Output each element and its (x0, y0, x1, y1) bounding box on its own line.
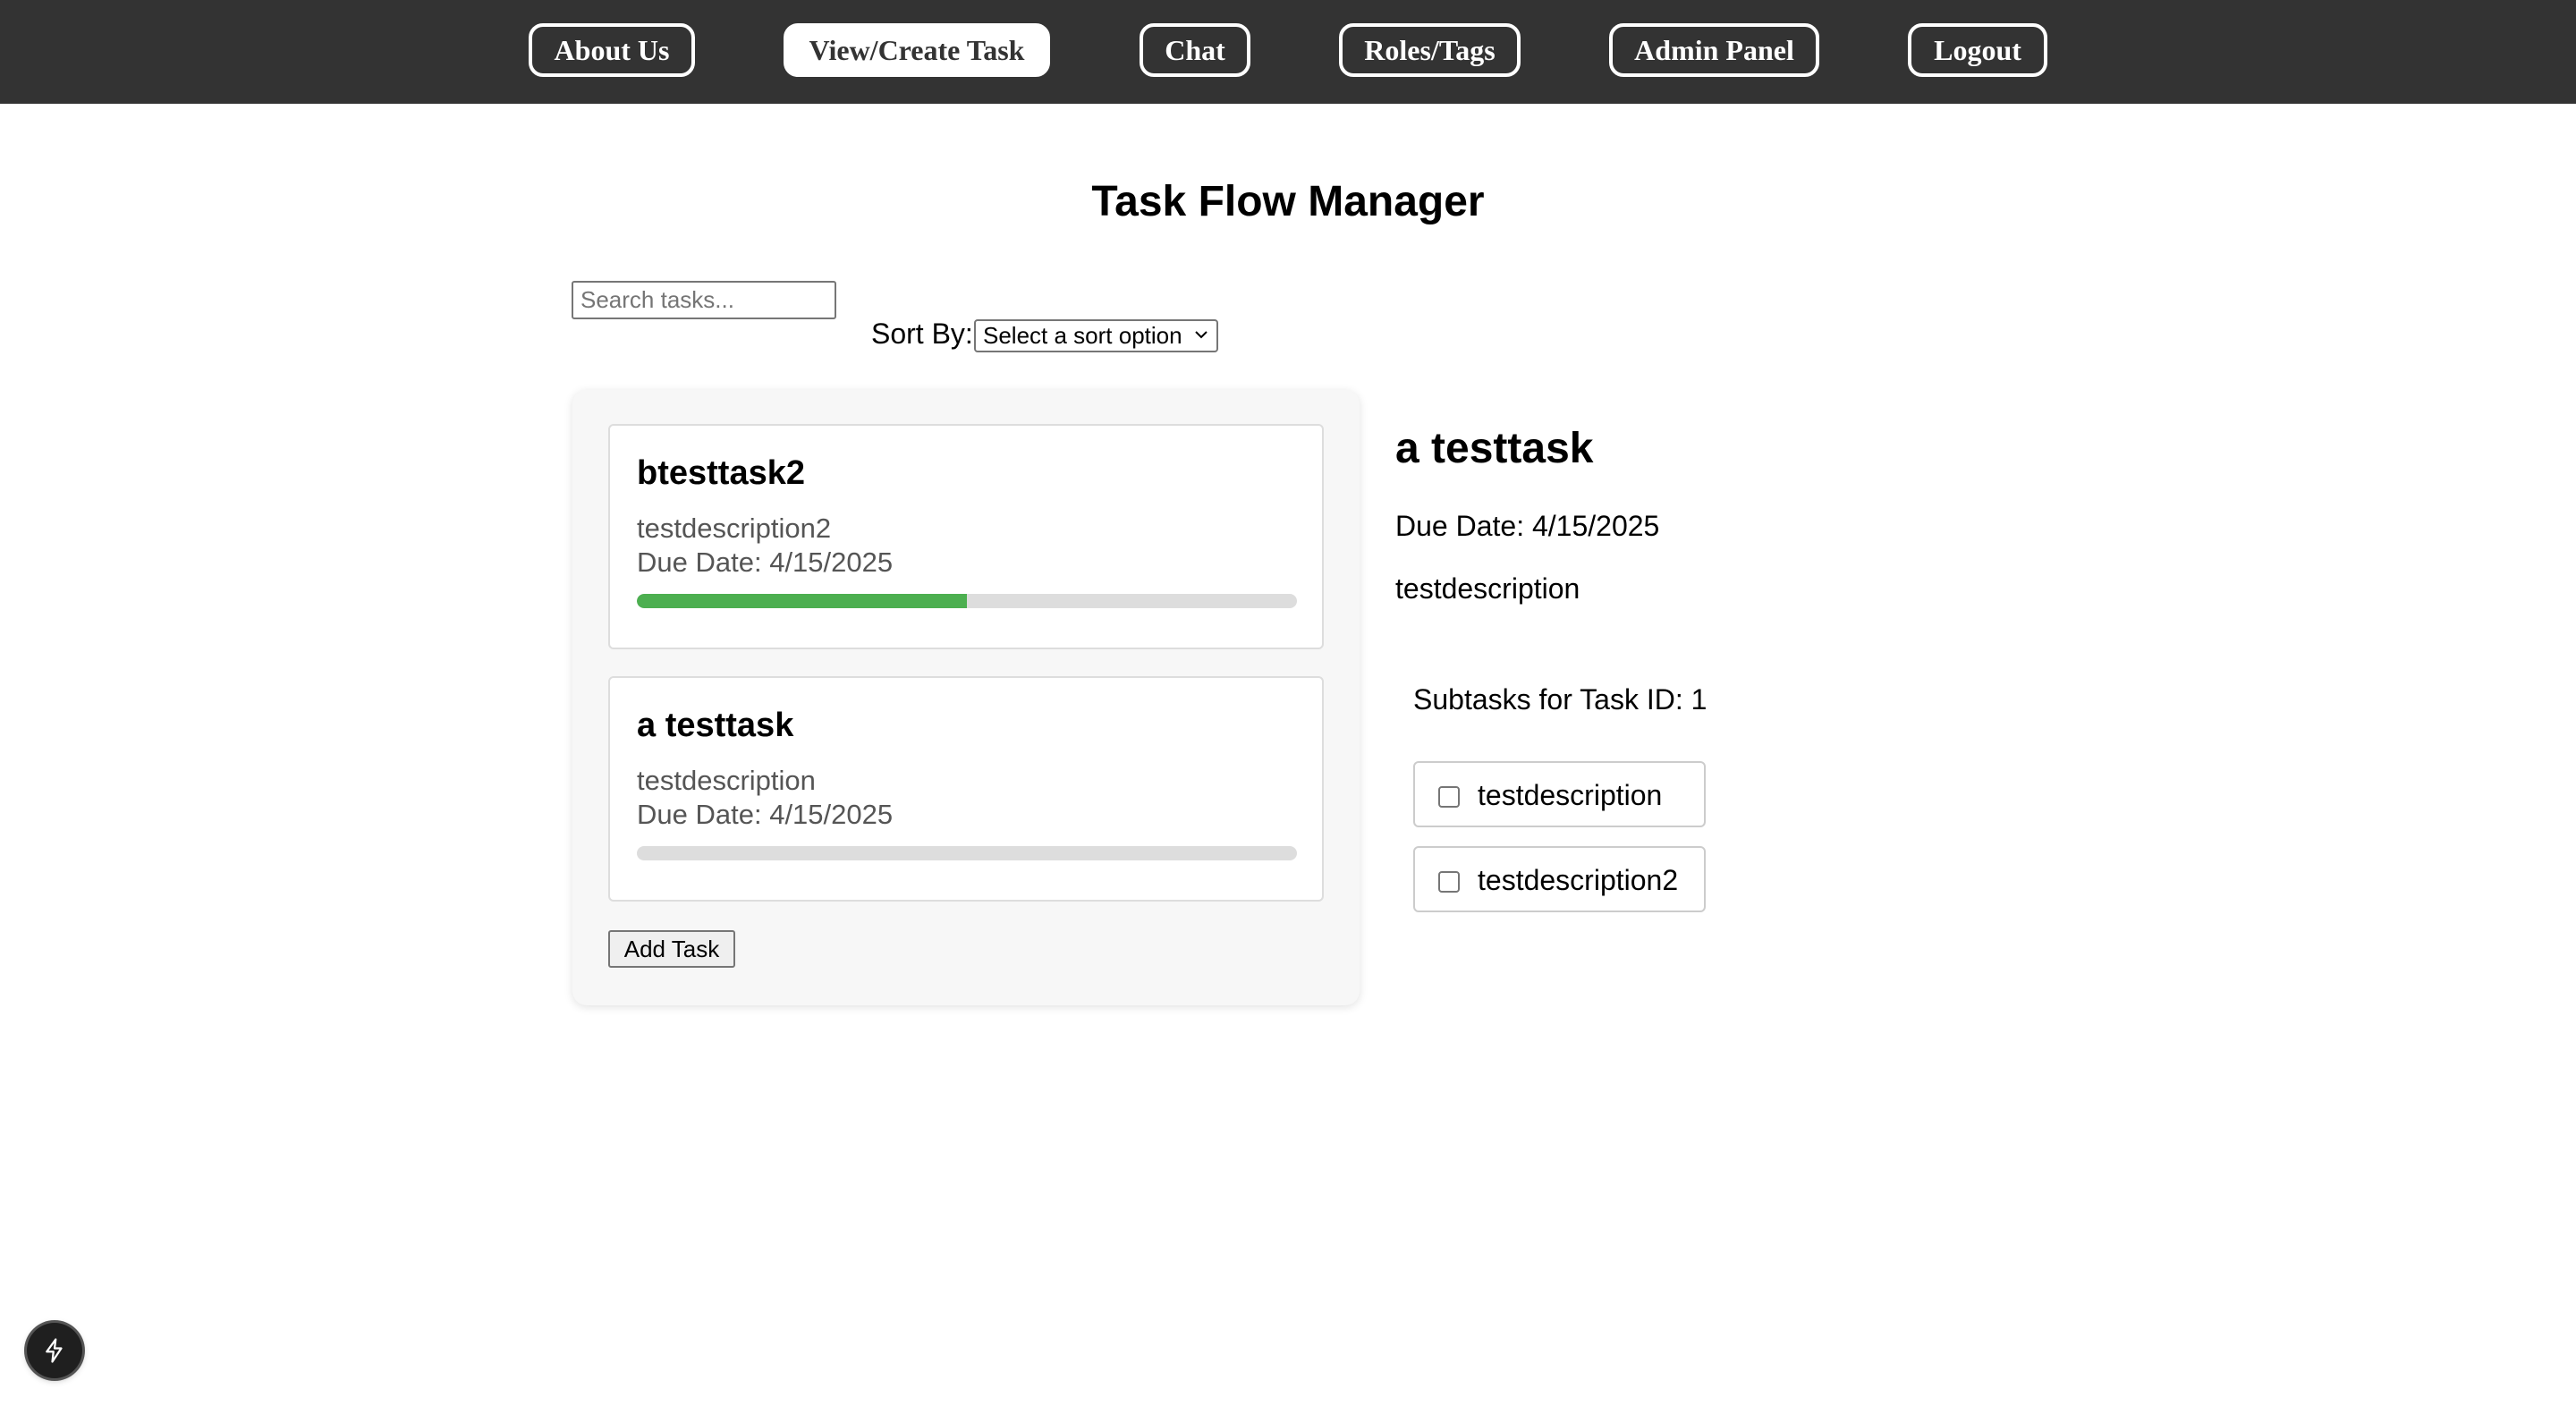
task-description: testdescription (637, 765, 816, 796)
task-progress-fill (637, 594, 967, 608)
task-due-date: Due Date: 4/15/2025 (637, 546, 893, 580)
nav-roles-tags-button[interactable]: Roles/Tags (1339, 23, 1521, 77)
sort-by-label: Sort By: (871, 318, 973, 350)
search-input[interactable] (572, 281, 836, 319)
subtask-checkbox[interactable] (1438, 786, 1460, 808)
nav-view-create-task-button[interactable]: View/Create Task (784, 23, 1050, 77)
nav-chat-button[interactable]: Chat (1140, 23, 1250, 77)
task-title: a testtask (637, 707, 794, 744)
task-progress-bar (637, 846, 1297, 860)
chevron-down-icon (1195, 331, 1208, 339)
task-due-value: 4/15/2025 (769, 799, 894, 830)
task-due-value: 4/15/2025 (769, 546, 894, 578)
task-description: testdescription2 (637, 512, 832, 544)
nav-about-us-button[interactable]: About Us (529, 23, 695, 77)
subtask-item: testdescription (1413, 761, 1706, 827)
nav-admin-panel-button[interactable]: Admin Panel (1609, 23, 1819, 77)
add-task-button[interactable]: Add Task (608, 930, 735, 968)
subtask-item: testdescription2 (1413, 846, 1706, 912)
task-due-label: Due Date: (637, 546, 762, 578)
task-detail-description: testdescription (1395, 572, 1580, 605)
task-detail-title: a testtask (1395, 425, 1594, 472)
task-card[interactable]: btesttask2 testdescription2 Due Date: 4/… (608, 424, 1324, 649)
top-navbar: About Us View/Create Task Chat Roles/Tag… (0, 0, 2576, 104)
subtask-checkbox[interactable] (1438, 871, 1460, 893)
task-title: btesttask2 (637, 454, 805, 492)
subtasks-heading: Subtasks for Task ID: 1 (1413, 683, 1707, 716)
task-list-panel: btesttask2 testdescription2 Due Date: 4/… (572, 390, 1360, 1005)
page-title: Task Flow Manager (1091, 178, 1485, 225)
task-due-label: Due Date: (637, 799, 762, 830)
dev-tools-button[interactable] (27, 1323, 82, 1378)
sort-select[interactable]: Select a sort option (974, 319, 1218, 352)
task-due-date: Due Date: 4/15/2025 (637, 798, 893, 832)
task-card[interactable]: a testtask testdescription Due Date: 4/1… (608, 676, 1324, 902)
subtask-label: testdescription (1478, 779, 1663, 811)
task-detail-due-date: Due Date: 4/15/2025 (1395, 510, 1660, 542)
task-progress-bar (637, 594, 1297, 608)
sort-select-value: Select a sort option (983, 322, 1182, 349)
subtask-label: testdescription2 (1478, 864, 1679, 896)
nav-logout-button[interactable]: Logout (1908, 23, 2047, 77)
bolt-icon (46, 1338, 63, 1363)
